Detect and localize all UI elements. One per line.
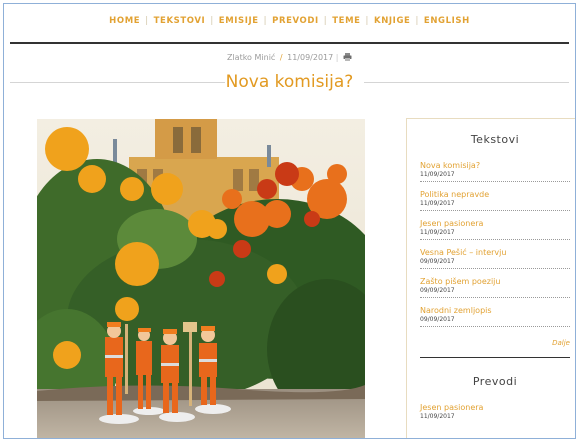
list-item-title[interactable]: Jesen pasionera — [420, 218, 570, 229]
list-item-title[interactable]: Politika nepravde — [420, 189, 570, 200]
article-date: 11/09/2017 — [287, 53, 334, 62]
list-item-date: 11/09/2017 — [420, 200, 455, 207]
page-title: Nova komisija? — [225, 72, 354, 92]
nav-teme[interactable]: TEME — [327, 16, 365, 26]
list-item-title[interactable]: Nova komisija? — [420, 160, 570, 171]
meta-slash: / — [279, 53, 283, 62]
list-item[interactable]: Zašto pišem poeziju 09/09/2017 — [420, 276, 570, 298]
sidebar: Tekstovi Nova komisija? 11/09/2017 Polit… — [406, 118, 575, 438]
list-item[interactable]: Politika nepravde 11/09/2017 — [420, 189, 570, 211]
main-nav: HOME | TEKSTOVI | EMISIJE | PREVODI | TEME | KNJIG… — [4, 16, 575, 36]
list-item-title[interactable]: Zašto pišem poeziju — [420, 276, 570, 287]
list-item-date: 09/09/2017 — [420, 287, 455, 294]
browser-frame: HOME | TEKSTOVI | EMISIJE | PREVODI | TEME | KNJIG… — [3, 3, 576, 439]
sidebar-heading-prevodi: Prevodi — [472, 375, 518, 388]
nav-home[interactable]: HOME — [104, 16, 145, 26]
list-item[interactable]: Narodni zemljopis 09/09/2017 — [420, 305, 570, 327]
list-item[interactable]: Jesen pasionera 11/09/2017 — [420, 402, 570, 421]
sidebar-heading-tekstovi: Tekstovi — [470, 133, 520, 146]
nav-knjige[interactable]: KNJIGE — [369, 16, 415, 26]
list-item-date: 11/09/2017 — [420, 171, 455, 178]
title-row: Nova komisija? — [10, 69, 569, 97]
list-item[interactable]: Nova komisija? 11/09/2017 — [420, 160, 570, 182]
nav-prevodi[interactable]: PREVODI — [267, 16, 324, 26]
list-item-title[interactable]: Vesna Pešić – intervju — [420, 247, 570, 258]
printer-icon[interactable] — [343, 53, 352, 61]
list-item-title[interactable]: Narodni zemljopis — [420, 305, 570, 316]
list-item-date: 11/09/2017 — [420, 413, 455, 420]
list-item-date: 09/09/2017 — [420, 258, 455, 265]
header-divider — [10, 42, 569, 44]
article-image — [37, 119, 365, 438]
more-link[interactable]: Dalje — [420, 339, 570, 347]
list-item-title[interactable]: Jesen pasionera — [420, 402, 570, 413]
nav-english[interactable]: ENGLISH — [419, 16, 475, 26]
article-author[interactable]: Zlatko Minić — [227, 53, 275, 62]
list-item-date: 11/09/2017 — [420, 229, 455, 236]
meta-separator: | — [335, 53, 339, 62]
nav-tekstovi[interactable]: TEKSTOVI — [149, 16, 211, 26]
list-item[interactable]: Jesen pasionera 11/09/2017 — [420, 218, 570, 240]
nav-emisije[interactable]: EMISIJE — [214, 16, 264, 26]
sidebar-divider — [420, 357, 570, 358]
article-meta: Zlatko Minić / 11/09/2017 | — [4, 53, 575, 62]
list-item-date: 09/09/2017 — [420, 316, 455, 323]
list-item[interactable]: Vesna Pešić – intervju 09/09/2017 — [420, 247, 570, 269]
